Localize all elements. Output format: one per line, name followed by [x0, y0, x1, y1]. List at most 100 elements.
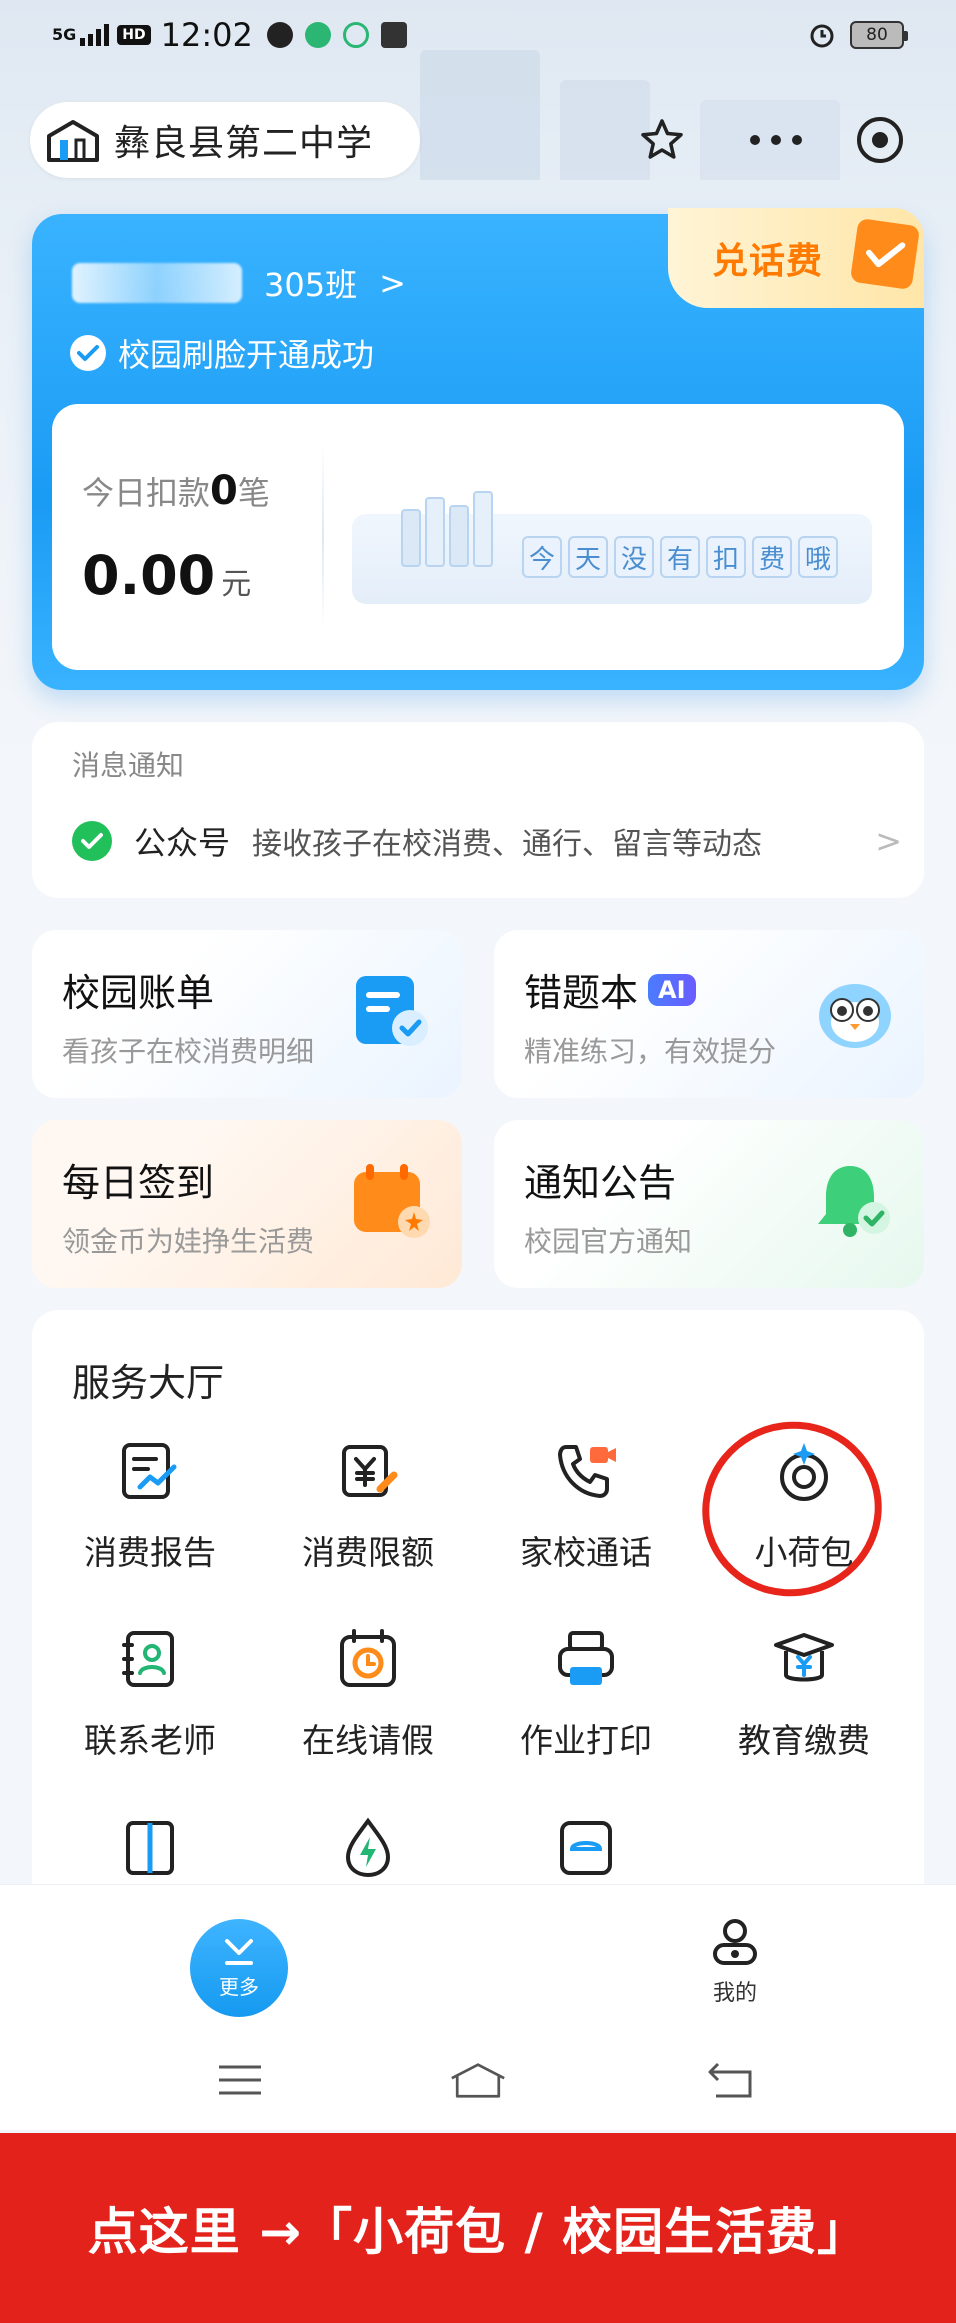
profile-icon — [713, 1919, 757, 1965]
amount-value: 0.00 — [82, 544, 216, 607]
service-contact-teacher[interactable]: 联系老师 — [40, 1624, 260, 1774]
service-label: 消费限额 — [302, 1533, 434, 1572]
hd-badge: HD — [117, 25, 151, 45]
tile-title: 校园账单 — [62, 971, 215, 1015]
phone-video-icon — [551, 1436, 621, 1506]
chevron-right-icon: > — [875, 822, 902, 860]
class-name: 305班 — [264, 266, 358, 304]
tuition-icon — [769, 1624, 839, 1694]
today-label-suffix: 笔 — [237, 474, 270, 512]
back-button[interactable] — [702, 2052, 758, 2108]
school-building-icon — [47, 120, 99, 162]
amount-unit: 元 — [221, 567, 252, 602]
home-button[interactable] — [450, 2052, 506, 2108]
no-fee-char: 哦 — [798, 536, 838, 578]
face-status-text: 校园刷脸开通成功 — [118, 336, 375, 374]
check-icon — [70, 335, 106, 371]
menu-icon — [219, 2065, 261, 2095]
close-miniprogram-button[interactable] — [844, 104, 916, 176]
battery-indicator: 80 — [850, 21, 908, 49]
notice-announcement-tile[interactable]: 通知公告 校园官方通知 — [494, 1120, 924, 1288]
tile-title: 错题本 AI — [524, 962, 696, 1017]
no-fee-char: 今 — [522, 536, 562, 578]
today-count: 0 — [210, 468, 238, 514]
service-item-partial[interactable] — [258, 1812, 478, 1882]
verified-check-icon — [72, 821, 112, 861]
tile-title: 每日签到 — [62, 1161, 215, 1205]
face-status: 校园刷脸开通成功 — [70, 330, 374, 376]
tile-subtitle: 看孩子在校消费明细 — [62, 1035, 315, 1068]
tile-subtitle: 精准练习，有效提分 — [524, 1035, 777, 1068]
leave-clock-icon — [333, 1624, 403, 1694]
today-deduction-label: 今日扣款0笔 — [82, 468, 270, 514]
battery-level: 80 — [866, 25, 888, 45]
official-account-row[interactable]: 公众号 接收孩子在校消费、通行、留言等动态 > — [72, 818, 902, 864]
service-hall-title: 服务大厅 — [72, 1361, 225, 1405]
service-education-payment[interactable]: 教育缴费 — [694, 1624, 914, 1774]
no-deduction-illustration: 今 天 没 有 扣 费 哦 — [352, 491, 872, 604]
contact-teacher-icon — [115, 1624, 185, 1694]
printer-icon — [551, 1624, 621, 1694]
network-type: 5G — [52, 25, 77, 44]
alipay-notification-icon — [380, 22, 407, 48]
service-online-leave[interactable]: 在线请假 — [258, 1624, 478, 1774]
nav-mine-label: 我的 — [712, 1981, 757, 2006]
no-fee-char: 有 — [660, 536, 700, 578]
no-fee-char: 扣 — [706, 536, 746, 578]
limit-icon — [333, 1436, 403, 1506]
student-selector[interactable]: 305班 > — [72, 260, 406, 306]
student-name-redacted — [72, 263, 242, 303]
canteen-icon — [551, 1812, 621, 1882]
no-deduction-text: 今 天 没 有 扣 费 哦 — [522, 536, 838, 578]
service-item-partial[interactable] — [476, 1812, 696, 1882]
school-selector[interactable]: 彝良县第二中学 — [30, 102, 420, 178]
system-navigation-bar — [0, 2030, 956, 2130]
status-time: 12:02 — [160, 16, 253, 54]
no-fee-char: 费 — [752, 536, 792, 578]
tile-title-text: 错题本 — [524, 971, 639, 1015]
wrong-answer-book-tile[interactable]: 错题本 AI 精准练习，有效提分 — [494, 930, 924, 1098]
target-icon — [857, 117, 903, 163]
phone-credit-banner[interactable]: 兑话费 — [668, 208, 924, 308]
alarm-icon — [810, 24, 834, 48]
message-notification-card: 消息通知 公众号 接收孩子在校消费、通行、留言等动态 > — [32, 722, 924, 898]
bell-icon — [818, 1166, 890, 1237]
service-label: 在线请假 — [302, 1721, 434, 1760]
status-bar: 5G HD 12:02 80 — [0, 0, 956, 70]
service-label: 教育缴费 — [738, 1721, 870, 1760]
sign-in-calendar-icon — [354, 1164, 430, 1238]
service-homework-print[interactable]: 作业打印 — [476, 1624, 696, 1774]
back-icon — [708, 2062, 752, 2098]
recent-apps-button[interactable] — [212, 2052, 268, 2108]
service-label: 联系老师 — [84, 1721, 216, 1760]
service-item-partial[interactable] — [40, 1812, 260, 1882]
today-deduction-panel: 今日扣款0笔 0.00 元 今 天 没 有 扣 费 哦 — [52, 404, 904, 670]
nav-mine-button[interactable]: 我的 — [680, 1915, 790, 2007]
no-fee-char: 天 — [568, 536, 608, 578]
service-consumption-report[interactable]: 消费报告 — [40, 1436, 260, 1586]
ai-badge: AI — [648, 973, 696, 1006]
tile-subtitle: 校园官方通知 — [524, 1225, 693, 1258]
bill-icon — [356, 976, 428, 1046]
nav-more-label: 更多 — [219, 1974, 259, 1999]
service-home-school-call[interactable]: 家校通话 — [476, 1436, 696, 1586]
energy-drop-icon — [333, 1812, 403, 1882]
service-label: 作业打印 — [520, 1721, 652, 1760]
chevron-down-icon — [225, 1938, 253, 1965]
service-hall: 服务大厅 消费报告 消费限额 家校通话 小荷包 联系老师 在线请假 作业打印 教… — [32, 1310, 924, 1890]
calendar-check-icon — [849, 217, 921, 291]
no-fee-char: 没 — [614, 536, 654, 578]
today-amount: 0.00 元 — [82, 544, 251, 607]
school-name: 彝良县第二中学 — [114, 123, 374, 164]
today-label-prefix: 今日扣款 — [82, 474, 211, 512]
favorite-button[interactable] — [626, 104, 698, 176]
nav-more-button[interactable]: 更多 — [190, 1919, 288, 2017]
voucher-label: 兑话费 — [712, 241, 824, 282]
service-consumption-limit[interactable]: 消费限额 — [258, 1436, 478, 1586]
service-label: 消费报告 — [84, 1533, 216, 1572]
campus-bill-tile[interactable]: 校园账单 看孩子在校消费明细 — [32, 930, 462, 1098]
message-section-title: 消息通知 — [72, 749, 185, 782]
daily-sign-in-tile[interactable]: 每日签到 领金币为娃挣生活费 — [32, 1120, 462, 1288]
chevron-right-icon: > — [379, 264, 406, 302]
more-options-button[interactable] — [740, 104, 812, 176]
